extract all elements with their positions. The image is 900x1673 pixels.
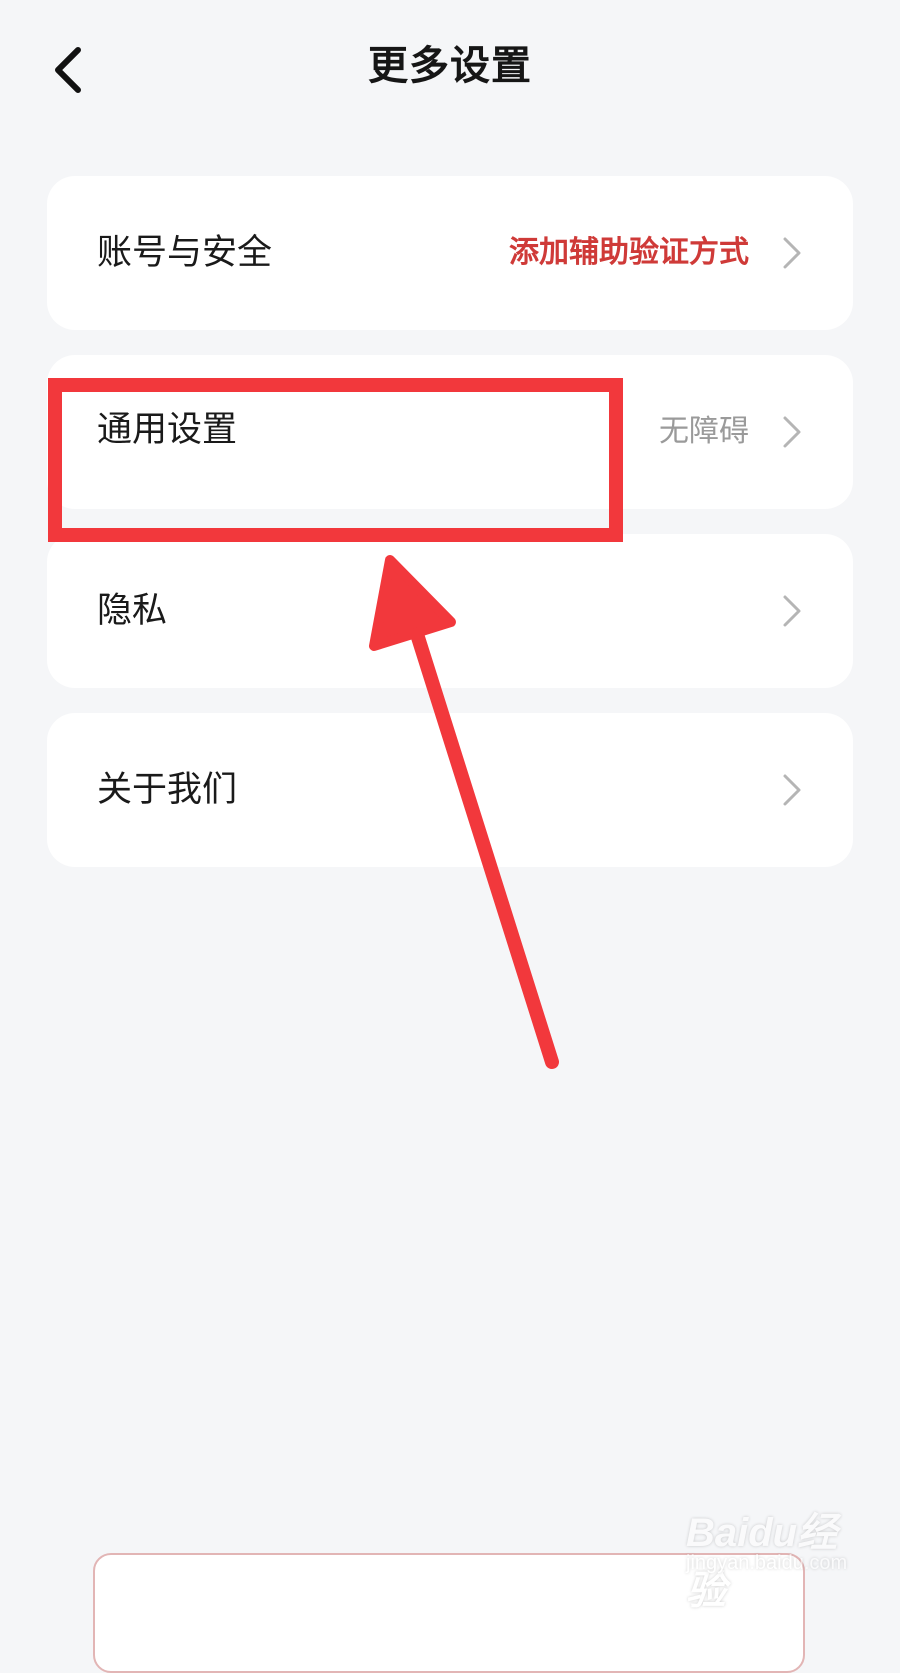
page-title: 更多设置 [368, 43, 532, 89]
settings-item-account-security[interactable]: 账号与安全 添加辅助验证方式 [47, 176, 853, 330]
settings-item-about-us[interactable]: 关于我们 [47, 713, 853, 867]
settings-item-label: 账号与安全 [97, 233, 273, 273]
header-bar: 更多设置 [0, 0, 900, 140]
settings-item-hint: 添加辅助验证方式 [509, 235, 749, 270]
chevron-right-icon [783, 774, 801, 806]
settings-item-hint: 无障碍 [659, 414, 749, 449]
settings-item-general[interactable]: 通用设置 无障碍 [47, 355, 853, 509]
chevron-right-icon [783, 416, 801, 448]
settings-item-label: 隐私 [97, 591, 168, 631]
logout-button[interactable] [93, 1553, 805, 1673]
chevron-right-icon [783, 595, 801, 627]
chevron-right-icon [783, 237, 801, 269]
settings-item-label: 关于我们 [97, 770, 238, 810]
settings-item-privacy[interactable]: 隐私 [47, 534, 853, 688]
settings-item-label: 通用设置 [97, 410, 238, 450]
